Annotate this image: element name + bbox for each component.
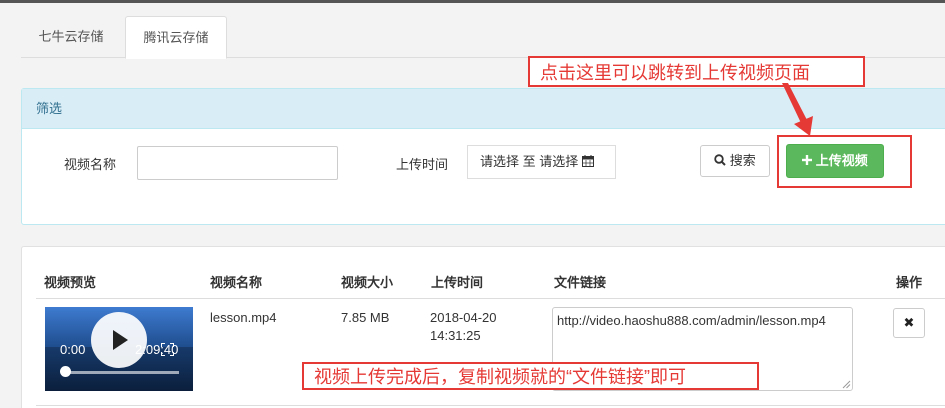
- search-icon: [714, 154, 726, 166]
- window-top-border: [0, 0, 945, 3]
- date-start: 请选择: [480, 154, 520, 169]
- video-name: lesson.mp4: [210, 310, 277, 325]
- tab-qiniu-storage[interactable]: 七牛云存储: [21, 16, 121, 58]
- file-link-text: http://video.haoshu888.com/admin/lesson.…: [557, 313, 826, 328]
- header-preview: 视频预览: [44, 275, 97, 290]
- seek-handle[interactable]: [60, 366, 71, 377]
- upload-time: 14:31:25: [430, 328, 481, 343]
- header-upload-time: 上传时间: [431, 275, 484, 290]
- seek-bar[interactable]: [67, 371, 179, 374]
- fullscreen-icon[interactable]: [161, 343, 174, 356]
- player-current-time: 0:00: [60, 342, 86, 357]
- header-actions: 操作: [896, 275, 923, 290]
- video-player[interactable]: 0:00 2:09:40: [45, 307, 193, 391]
- tab-tencent-storage[interactable]: 腾讯云存储: [125, 16, 227, 59]
- storage-tabs: 七牛云存储 腾讯云存储: [21, 16, 945, 59]
- search-button[interactable]: 搜索: [700, 145, 770, 177]
- upload-button-highlight: [777, 135, 912, 188]
- video-name-input[interactable]: [137, 146, 338, 180]
- close-icon: ✖: [903, 315, 915, 330]
- upload-date: 2018-04-20: [430, 310, 497, 325]
- date-end: 请选择: [539, 154, 579, 169]
- resize-grip-icon[interactable]: [842, 380, 851, 389]
- header-name: 视频名称: [210, 275, 263, 290]
- upload-time-label: 上传时间: [396, 157, 449, 172]
- header-file-link: 文件链接: [554, 275, 607, 290]
- copy-link-hint-callout: 视频上传完成后，复制视频就的“文件链接”即可: [302, 362, 759, 390]
- calendar-icon: [581, 155, 594, 167]
- header-divider: [36, 298, 945, 299]
- date-separator: 至: [522, 154, 536, 169]
- date-range-picker[interactable]: 请选择 至 请选择: [467, 145, 616, 179]
- video-name-label: 视频名称: [64, 157, 117, 172]
- header-size: 视频大小: [341, 275, 394, 290]
- play-icon[interactable]: [91, 312, 147, 368]
- row-divider: [36, 405, 945, 406]
- delete-button[interactable]: ✖: [893, 308, 925, 338]
- search-button-label: 搜索: [729, 153, 756, 168]
- video-size: 7.85 MB: [341, 310, 390, 325]
- red-arrow-icon: [782, 83, 813, 136]
